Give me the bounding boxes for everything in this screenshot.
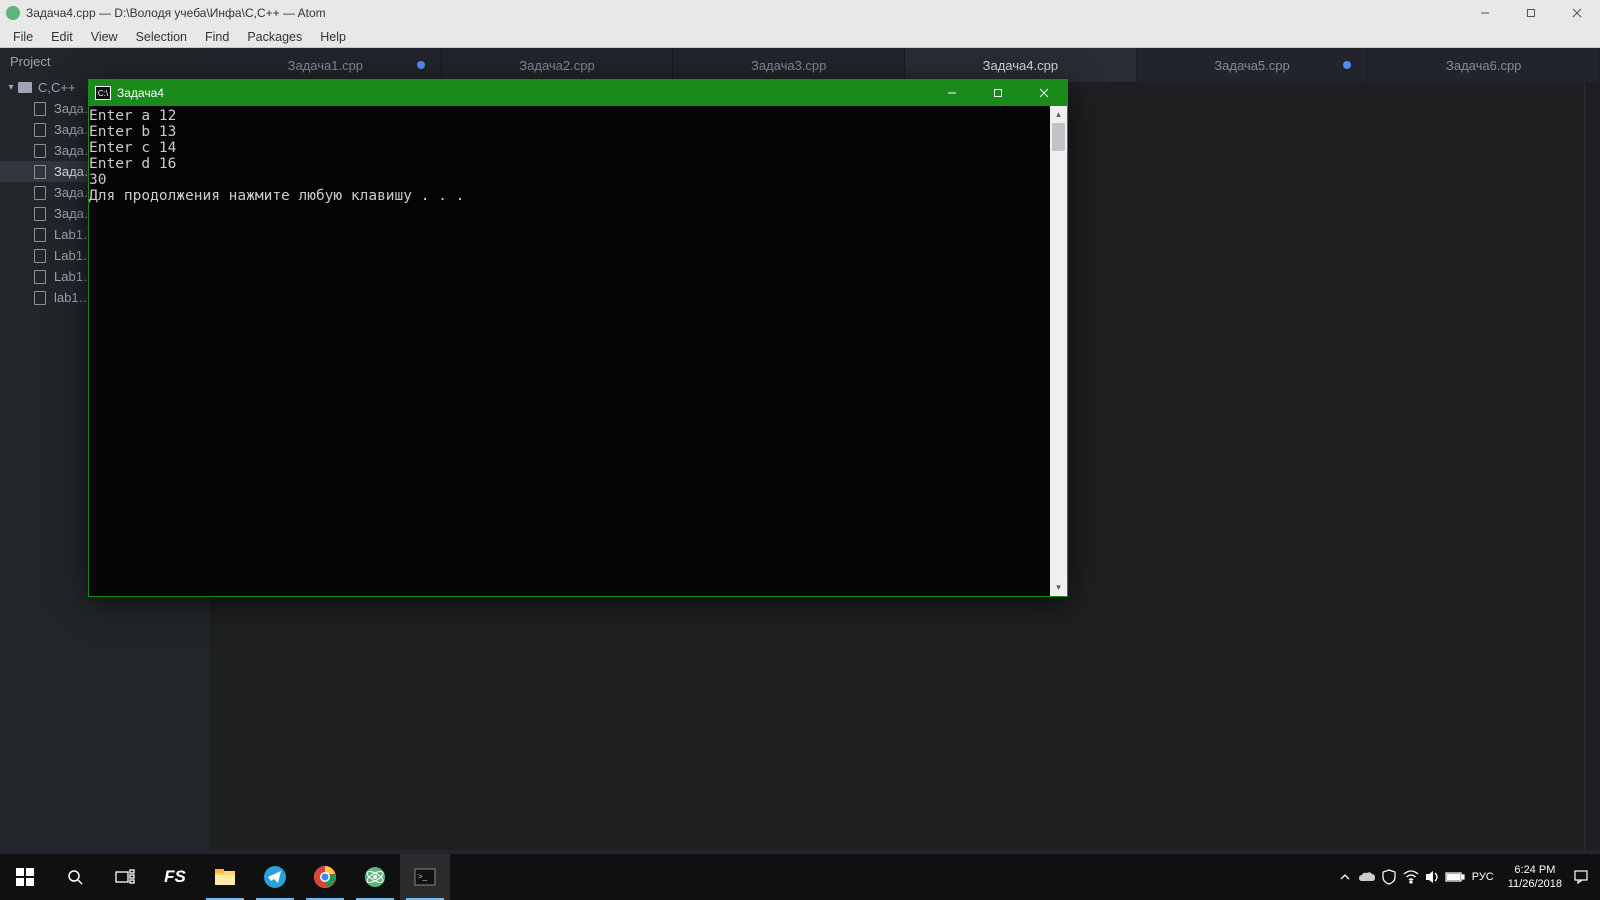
menu-edit[interactable]: Edit xyxy=(42,28,82,46)
task-view-button[interactable] xyxy=(100,854,150,900)
file-icon xyxy=(34,165,46,179)
console-titlebar[interactable]: C:\ Задача4 xyxy=(89,80,1067,106)
modified-dot-icon xyxy=(417,61,425,69)
modified-dot-icon xyxy=(1343,61,1351,69)
file-icon xyxy=(34,123,46,137)
tray-chevron-up-icon[interactable] xyxy=(1334,854,1356,900)
file-icon xyxy=(34,249,46,263)
file-icon xyxy=(34,228,46,242)
scroll-thumb[interactable] xyxy=(1052,123,1065,151)
tray-volume-icon[interactable] xyxy=(1422,854,1444,900)
tab-label: Задача2.cpp xyxy=(519,58,594,73)
tray-language[interactable]: РУС xyxy=(1466,854,1500,900)
console-minimize-button[interactable] xyxy=(929,80,975,106)
window-title: Задача4.cpp — D:\Володя учеба\Инфа\C,C++… xyxy=(26,6,326,20)
console-close-button[interactable] xyxy=(1021,80,1067,106)
editor-tabs: Задача1.cpp Задача2.cpp Задача3.cpp Задача4… xyxy=(210,48,1600,82)
tray-wifi-icon[interactable] xyxy=(1400,854,1422,900)
tray-clock[interactable]: 6:24 PM 11/26/2018 xyxy=(1500,863,1570,891)
editor-tab[interactable]: Задача3.cpp xyxy=(673,48,905,82)
menu-selection[interactable]: Selection xyxy=(127,28,196,46)
tab-label: Задача6.cpp xyxy=(1446,58,1521,73)
menu-file[interactable]: File xyxy=(4,28,42,46)
taskbar-app-telegram[interactable] xyxy=(250,854,300,900)
scroll-down-icon[interactable]: ▾ xyxy=(1050,579,1067,596)
tray-defender-icon[interactable] xyxy=(1378,854,1400,900)
console-maximize-button[interactable] xyxy=(975,80,1021,106)
search-button[interactable] xyxy=(50,854,100,900)
file-label: lab1… xyxy=(54,290,92,305)
tab-label: Задача5.cpp xyxy=(1214,58,1289,73)
chevron-down-icon: ▾ xyxy=(6,82,16,93)
menu-help[interactable]: Help xyxy=(311,28,355,46)
tab-label: Задача3.cpp xyxy=(751,58,826,73)
folder-icon xyxy=(18,82,32,93)
scroll-up-icon[interactable]: ▴ xyxy=(1050,106,1067,123)
console-scrollbar[interactable]: ▴ ▾ xyxy=(1050,106,1067,596)
folder-label: C,C++ xyxy=(38,80,76,95)
taskbar-app-fs[interactable]: FS xyxy=(150,854,200,900)
file-icon xyxy=(34,291,46,305)
window-maximize-button[interactable] xyxy=(1508,0,1554,26)
atom-logo-icon xyxy=(6,6,20,20)
file-icon xyxy=(34,144,46,158)
file-icon xyxy=(34,186,46,200)
taskbar-app-chrome[interactable] xyxy=(300,854,350,900)
file-icon xyxy=(34,270,46,284)
console-title: Задача4 xyxy=(117,86,164,100)
start-button[interactable] xyxy=(0,854,50,900)
tray-onedrive-icon[interactable] xyxy=(1356,854,1378,900)
tray-battery-icon[interactable] xyxy=(1444,854,1466,900)
console-icon: C:\ xyxy=(95,86,111,100)
editor-tab[interactable]: Задача4.cpp xyxy=(905,48,1137,82)
taskbar-app-explorer[interactable] xyxy=(200,854,250,900)
sidebar-header: Project xyxy=(0,48,210,75)
editor-tab[interactable]: Задача2.cpp xyxy=(442,48,674,82)
file-icon xyxy=(34,102,46,116)
tray-action-center-icon[interactable] xyxy=(1570,854,1592,900)
minimap[interactable] xyxy=(1584,82,1600,850)
menu-view[interactable]: View xyxy=(82,28,127,46)
editor-tab[interactable]: Задача1.cpp xyxy=(210,48,442,82)
editor-tab[interactable]: Задача6.cpp xyxy=(1368,48,1600,82)
editor-tab[interactable]: Задача5.cpp xyxy=(1137,48,1369,82)
console-window[interactable]: C:\ Задача4 Enter a 12 Enter b 13 Enter … xyxy=(88,79,1068,597)
window-close-button[interactable] xyxy=(1554,0,1600,26)
tab-label: Задача1.cpp xyxy=(288,58,363,73)
window-minimize-button[interactable] xyxy=(1462,0,1508,26)
svg-text:>_: >_ xyxy=(418,872,428,881)
console-output[interactable]: Enter a 12 Enter b 13 Enter c 14 Enter d… xyxy=(89,106,1050,596)
menu-packages[interactable]: Packages xyxy=(238,28,311,46)
file-icon xyxy=(34,207,46,221)
menu-bar: File Edit View Selection Find Packages H… xyxy=(0,26,1600,48)
window-titlebar: Задача4.cpp — D:\Володя учеба\Инфа\C,C++… xyxy=(0,0,1600,26)
menu-find[interactable]: Find xyxy=(196,28,238,46)
windows-taskbar: FS >_ РУС 6:24 PM 11/26/2018 xyxy=(0,854,1600,900)
tab-label: Задача4.cpp xyxy=(983,58,1058,73)
taskbar-app-cmd[interactable]: >_ xyxy=(400,854,450,900)
taskbar-app-atom[interactable] xyxy=(350,854,400,900)
